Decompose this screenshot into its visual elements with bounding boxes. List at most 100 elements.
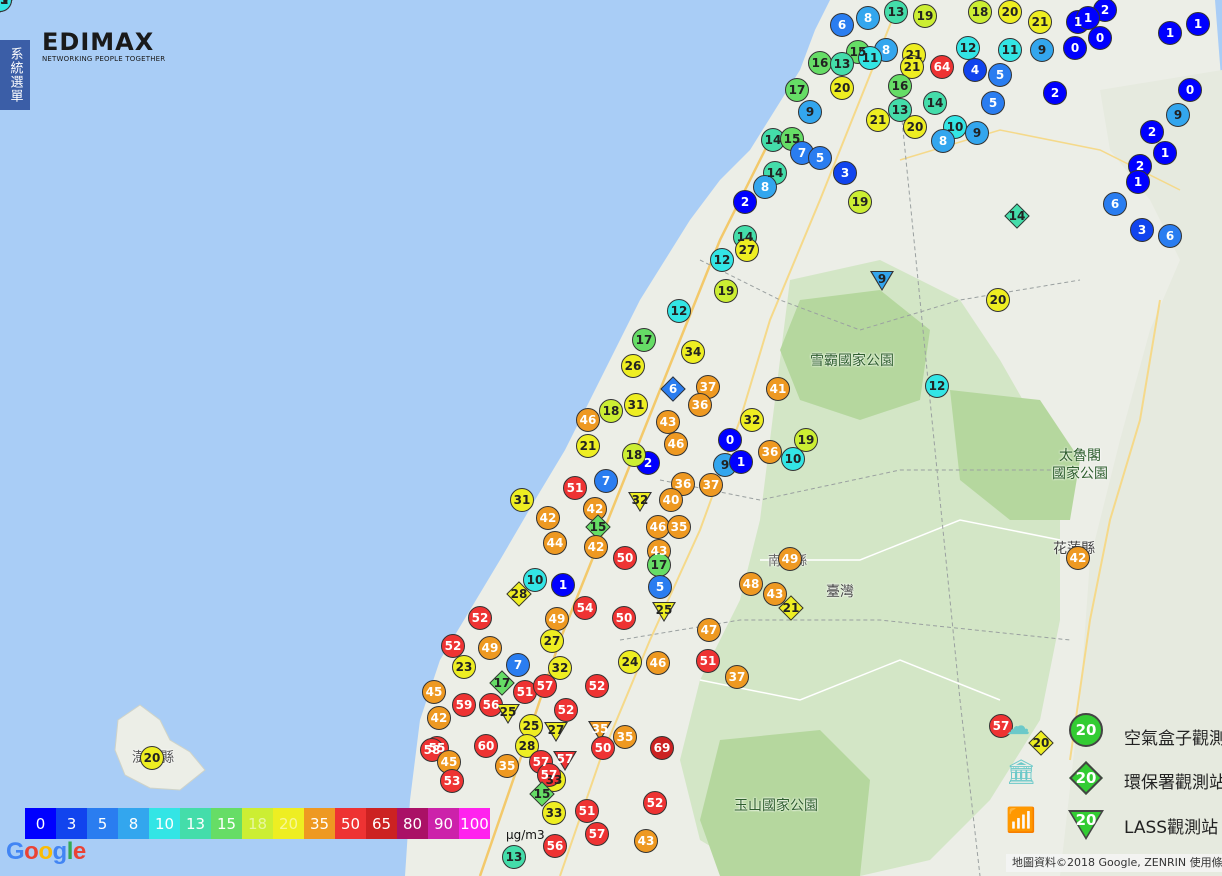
circle-station-marker[interactable]: 35 (495, 754, 519, 778)
circle-station-marker[interactable]: 47 (697, 618, 721, 642)
diamond-station-marker[interactable]: 14 (1005, 204, 1029, 228)
circle-station-marker[interactable]: 45 (422, 680, 446, 704)
circle-station-marker[interactable]: 12 (710, 248, 734, 272)
circle-station-marker[interactable]: 34 (681, 340, 705, 364)
circle-station-marker[interactable]: 0 (718, 428, 742, 452)
circle-station-marker[interactable]: 5 (981, 91, 1005, 115)
circle-station-marker[interactable]: 2 (1140, 120, 1164, 144)
system-menu-tab[interactable]: 系統選單 (0, 40, 30, 110)
circle-station-marker[interactable]: 56 (543, 834, 567, 858)
circle-station-marker[interactable]: 24 (618, 650, 642, 674)
triangle-station-marker[interactable]: 9 (870, 269, 894, 293)
circle-station-marker[interactable]: 3 (833, 161, 857, 185)
circle-station-marker[interactable]: 20 (986, 288, 1010, 312)
circle-station-marker[interactable]: 53 (440, 769, 464, 793)
circle-station-marker[interactable]: 57 (585, 822, 609, 846)
circle-station-marker[interactable]: 9 (965, 121, 989, 145)
circle-station-marker[interactable]: 3 (1130, 218, 1154, 242)
circle-station-marker[interactable]: 4 (963, 58, 987, 82)
circle-station-marker[interactable]: 69 (650, 736, 674, 760)
diamond-station-marker[interactable]: 20 (1029, 731, 1053, 755)
triangle-station-marker[interactable]: 25 (652, 600, 676, 624)
circle-station-marker[interactable]: 19 (913, 4, 937, 28)
circle-station-marker[interactable]: 23 (452, 655, 476, 679)
circle-station-marker[interactable]: 42 (536, 506, 560, 530)
circle-station-marker[interactable]: 33 (542, 801, 566, 825)
circle-station-marker[interactable]: 42 (1066, 546, 1090, 570)
circle-station-marker[interactable]: 64 (930, 55, 954, 79)
circle-station-marker[interactable]: 9 (798, 100, 822, 124)
circle-station-marker[interactable]: 49 (478, 636, 502, 660)
circle-station-marker[interactable]: 46 (664, 432, 688, 456)
diamond-station-marker[interactable]: 6 (661, 377, 685, 401)
circle-station-marker[interactable]: 36 (758, 440, 782, 464)
circle-station-marker[interactable]: 12 (667, 299, 691, 323)
circle-station-marker[interactable]: 14 (923, 91, 947, 115)
circle-station-marker[interactable]: 50 (612, 606, 636, 630)
circle-station-marker[interactable]: 41 (766, 377, 790, 401)
circle-station-marker[interactable]: 18 (622, 443, 646, 467)
circle-station-marker[interactable]: 50 (591, 736, 615, 760)
circle-station-marker[interactable]: 52 (585, 674, 609, 698)
circle-station-marker[interactable]: 5 (808, 146, 832, 170)
circle-station-marker[interactable]: 1 (729, 450, 753, 474)
circle-station-marker[interactable]: 42 (584, 535, 608, 559)
diamond-station-marker[interactable]: 17 (490, 671, 514, 695)
circle-station-marker[interactable]: 32 (740, 408, 764, 432)
circle-station-marker[interactable]: 35 (667, 515, 691, 539)
circle-station-marker[interactable]: 6 (1158, 224, 1182, 248)
circle-station-marker[interactable]: 13 (884, 0, 908, 24)
circle-station-marker[interactable]: 31 (624, 393, 648, 417)
circle-station-marker[interactable]: 20 (830, 76, 854, 100)
circle-station-marker[interactable]: 1 (1158, 21, 1182, 45)
circle-station-marker[interactable]: 26 (621, 354, 645, 378)
circle-station-marker[interactable]: 35 (613, 725, 637, 749)
circle-station-marker[interactable]: 9 (1030, 38, 1054, 62)
circle-station-marker[interactable]: 13 (502, 845, 526, 869)
circle-station-marker[interactable]: 1 (1186, 12, 1210, 36)
circle-station-marker[interactable]: 57 (533, 674, 557, 698)
circle-station-marker[interactable]: 16 (808, 51, 832, 75)
circle-station-marker[interactable]: 0 (1063, 36, 1087, 60)
circle-station-marker[interactable]: 50 (613, 546, 637, 570)
circle-station-marker[interactable]: 54 (573, 596, 597, 620)
circle-station-marker[interactable]: 0 (1088, 26, 1112, 50)
circle-station-marker[interactable]: 17 (632, 328, 656, 352)
circle-station-marker[interactable]: 16 (888, 74, 912, 98)
circle-station-marker[interactable]: 60 (474, 734, 498, 758)
circle-station-marker[interactable]: 2 (1043, 81, 1067, 105)
circle-station-marker[interactable]: 51 (696, 649, 720, 673)
circle-station-marker[interactable]: 43 (656, 410, 680, 434)
circle-station-marker[interactable]: 17 (785, 78, 809, 102)
circle-station-marker[interactable]: 59 (452, 693, 476, 717)
circle-station-marker[interactable]: 18 (968, 0, 992, 24)
circle-station-marker[interactable]: 46 (576, 408, 600, 432)
circle-station-marker[interactable]: 37 (725, 665, 749, 689)
circle-station-marker[interactable]: 52 (554, 698, 578, 722)
triangle-station-marker[interactable]: 32 (628, 490, 652, 514)
circle-station-marker[interactable]: 12 (956, 36, 980, 60)
circle-station-marker[interactable]: 46 (646, 651, 670, 675)
circle-station-marker[interactable]: 21 (1028, 10, 1052, 34)
circle-station-marker[interactable]: 10 (781, 447, 805, 471)
circle-station-marker[interactable]: 5 (648, 575, 672, 599)
circle-station-marker[interactable]: 49 (545, 607, 569, 631)
circle-station-marker[interactable]: 8 (856, 6, 880, 30)
circle-station-marker[interactable]: 18 (599, 399, 623, 423)
circle-station-marker[interactable]: 21 (866, 108, 890, 132)
circle-station-marker[interactable]: 20 (140, 746, 164, 770)
circle-station-marker[interactable]: 7 (594, 469, 618, 493)
circle-station-marker[interactable]: 0 (1178, 78, 1202, 102)
triangle-station-marker[interactable]: 27 (544, 720, 568, 744)
circle-station-marker[interactable]: 51 (575, 799, 599, 823)
circle-station-marker[interactable]: 19 (714, 279, 738, 303)
circle-station-marker[interactable]: 40 (659, 488, 683, 512)
map-attribution[interactable]: 地圖資料©2018 Google, ZENRIN 使用條款 (1006, 854, 1222, 872)
circle-station-marker[interactable]: 36 (688, 393, 712, 417)
circle-station-marker[interactable]: 1 (551, 573, 575, 597)
circle-station-marker[interactable]: 6 (1103, 192, 1127, 216)
circle-station-marker[interactable]: 1 (1153, 141, 1177, 165)
circle-station-marker[interactable]: 12 (925, 374, 949, 398)
circle-station-marker[interactable]: 1 (1126, 170, 1150, 194)
circle-station-marker[interactable]: 52 (468, 606, 492, 630)
